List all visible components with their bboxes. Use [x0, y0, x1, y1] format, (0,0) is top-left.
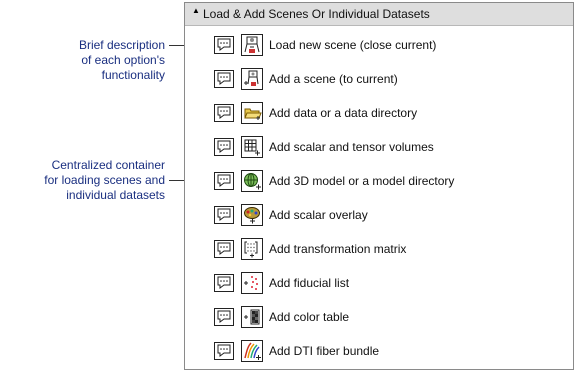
add-color-table-label[interactable]: Add color table: [269, 310, 349, 324]
help-button[interactable]: [214, 342, 234, 360]
speech-bubble-icon: [217, 276, 231, 289]
model-sphere-icon: [244, 173, 261, 190]
help-button[interactable]: [214, 240, 234, 258]
option-row-load-scene: Load new scene (close current): [214, 34, 544, 58]
help-button[interactable]: [214, 70, 234, 88]
add-fiducial-button[interactable]: [241, 272, 263, 294]
add-transform-label[interactable]: Add transformation matrix: [269, 242, 406, 256]
help-button[interactable]: [214, 308, 234, 326]
speech-bubble-icon: [217, 140, 231, 153]
option-row-add-data: Add data or a data directory: [214, 102, 544, 126]
container-annotation-line-1: Centralized container: [51, 158, 165, 172]
fiber-bundle-icon: [244, 342, 261, 360]
speech-bubble-icon: [217, 174, 231, 187]
scalar-overlay-icon: [244, 207, 260, 224]
add-fiducial-label[interactable]: Add fiducial list: [269, 276, 349, 290]
option-row-add-overlay: Add scalar overlay: [214, 204, 544, 228]
help-button[interactable]: [214, 104, 234, 122]
container-annotation-line-2: for loading scenes and: [44, 173, 165, 187]
option-row-add-fiducial: Add fiducial list: [214, 272, 544, 296]
load-add-panel: ▲ Load & Add Scenes Or Individual Datase…: [184, 2, 574, 370]
load-scene-icon: [244, 36, 260, 53]
color-table-icon: [244, 309, 260, 325]
add-data-folder-icon: [244, 108, 262, 120]
add-overlay-label[interactable]: Add scalar overlay: [269, 208, 368, 222]
option-row-add-fiber-bundle: Add DTI fiber bundle: [214, 340, 544, 364]
transform-matrix-icon: [244, 241, 258, 258]
help-annotation-line-1: Brief description: [78, 38, 165, 52]
add-fiber-bundle-button[interactable]: [241, 340, 263, 362]
add-model-button[interactable]: [241, 170, 263, 192]
option-row-add-color-table: Add color table: [214, 306, 544, 330]
collapse-arrow-icon[interactable]: ▲: [192, 6, 200, 16]
add-transform-button[interactable]: [241, 238, 263, 260]
volume-grid-icon: [244, 139, 260, 156]
option-row-add-model: Add 3D model or a model directory: [214, 170, 544, 194]
add-fiber-bundle-label[interactable]: Add DTI fiber bundle: [269, 344, 379, 358]
speech-bubble-icon: [217, 242, 231, 255]
container-annotation-leader: [169, 180, 184, 181]
add-scene-icon: [244, 70, 259, 86]
add-scene-label[interactable]: Add a scene (to current): [269, 72, 398, 86]
load-scene-button[interactable]: [241, 34, 263, 56]
option-row-add-scene: Add a scene (to current): [214, 68, 544, 92]
help-button[interactable]: [214, 274, 234, 292]
add-volumes-button[interactable]: [241, 136, 263, 158]
help-button[interactable]: [214, 36, 234, 54]
option-row-add-transform: Add transformation matrix: [214, 238, 544, 262]
add-scene-button[interactable]: [241, 68, 263, 90]
speech-bubble-icon: [217, 344, 231, 357]
add-color-table-button[interactable]: [241, 306, 263, 328]
add-volumes-label[interactable]: Add scalar and tensor volumes: [269, 140, 434, 154]
container-annotation-line-3: individual datasets: [66, 188, 165, 202]
help-annotation-line-2: of each option's: [81, 53, 165, 67]
load-scene-label[interactable]: Load new scene (close current): [269, 38, 436, 52]
speech-bubble-icon: [217, 38, 231, 51]
add-overlay-button[interactable]: [241, 204, 263, 226]
add-data-button[interactable]: [241, 102, 263, 124]
add-data-label[interactable]: Add data or a data directory: [269, 106, 417, 120]
fiducial-list-icon: [244, 276, 258, 290]
option-row-add-volumes: Add scalar and tensor volumes: [214, 136, 544, 160]
panel-title: Load & Add Scenes Or Individual Datasets: [203, 7, 430, 21]
container-annotation: Centralized container for loading scenes…: [14, 158, 165, 203]
add-model-label[interactable]: Add 3D model or a model directory: [269, 174, 454, 188]
panel-header[interactable]: ▲ Load & Add Scenes Or Individual Datase…: [185, 3, 573, 26]
speech-bubble-icon: [217, 310, 231, 323]
speech-bubble-icon: [217, 106, 231, 119]
help-annotation: Brief description of each option's funct…: [40, 38, 165, 83]
help-button[interactable]: [214, 172, 234, 190]
help-button[interactable]: [214, 138, 234, 156]
speech-bubble-icon: [217, 208, 231, 221]
speech-bubble-icon: [217, 72, 231, 85]
help-button[interactable]: [214, 206, 234, 224]
help-annotation-line-3: functionality: [101, 68, 165, 82]
